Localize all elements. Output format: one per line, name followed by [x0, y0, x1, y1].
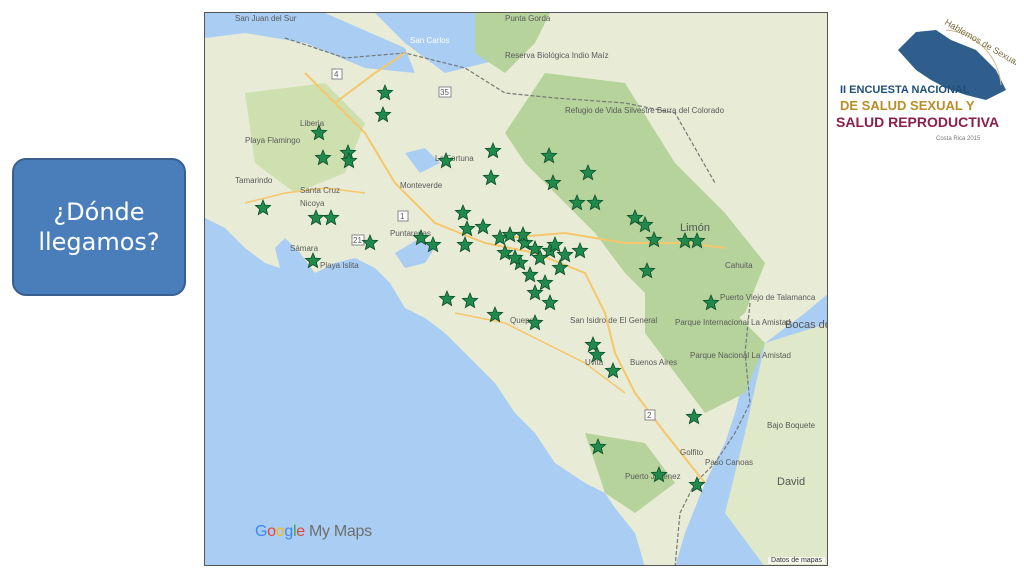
place-label: Punta Gorda	[505, 14, 551, 23]
place-label: Bajo Boquete	[767, 421, 816, 430]
place-label: Liberia	[300, 119, 325, 128]
place-label: Monteverde	[400, 181, 443, 190]
svg-text:21: 21	[353, 236, 362, 245]
svg-text:35: 35	[440, 88, 449, 97]
map-canvas[interactable]: San Juan del Sur Punta Gorda Reserva Bio…	[205, 13, 828, 566]
place-label: Tamarindo	[235, 176, 273, 185]
logo-line-1: II ENCUESTA NACIONAL	[840, 84, 970, 96]
road-shield: 2	[644, 409, 656, 421]
road-shield: 21	[351, 234, 365, 246]
place-label: David	[777, 476, 805, 488]
where-did-we-reach-callout: ¿Dónde llegamos?	[12, 158, 186, 296]
callout-line-1: ¿Dónde	[53, 198, 145, 226]
place-label: Sámara	[290, 244, 319, 253]
logo-line-3: SALUD REPRODUCTIVA	[836, 114, 999, 130]
place-label: Limón	[680, 222, 710, 234]
road-shield: 35	[438, 86, 452, 98]
svg-text:1: 1	[400, 212, 405, 221]
place-label: Puerto Viejo de Talamanca	[720, 293, 816, 302]
map-panel[interactable]: San Juan del Sur Punta Gorda Reserva Bio…	[204, 12, 828, 566]
place-label: Parque Nacional La Amistad	[690, 351, 791, 360]
place-label: San Carlos	[410, 36, 450, 45]
place-label: Parque Internacional La Amistad	[675, 318, 791, 327]
place-label: Nicoya	[300, 199, 325, 208]
place-label: San Isidro de El General	[570, 316, 657, 325]
place-label: Paso Canoas	[705, 458, 753, 467]
svg-text:2: 2	[647, 411, 652, 420]
road-shield: 1	[397, 210, 409, 222]
place-label: Playa Islita	[320, 261, 359, 270]
place-label: Reserva Biológica Indio Maíz	[505, 51, 609, 60]
place-label: Santa Cruz	[300, 186, 340, 195]
place-label: Cahuita	[725, 261, 753, 270]
place-label: Refugio de Vida Silvestre Barra del Colo…	[565, 106, 725, 115]
svg-text:4: 4	[334, 70, 339, 79]
place-label: San Juan del Sur	[235, 14, 297, 23]
place-label: Bocas del	[785, 319, 828, 331]
place-label: Playa Flamingo	[245, 136, 301, 145]
place-label: Golfito	[680, 448, 704, 457]
logo-line-2: DE SALUD SEXUAL Y	[840, 98, 975, 113]
google-my-maps-logo: Google My Maps	[255, 523, 372, 540]
callout-line-2: llegamos?	[38, 228, 160, 256]
logo-footer: Costa Rica 2015	[936, 136, 981, 142]
place-label: Buenos Aires	[630, 358, 677, 367]
survey-logo: Hablemos de Sexualidad II ENCUESTA NACIO…	[836, 17, 1016, 142]
road-shield: 4	[331, 68, 343, 80]
map-attribution[interactable]: Datos de mapas	[768, 557, 825, 564]
